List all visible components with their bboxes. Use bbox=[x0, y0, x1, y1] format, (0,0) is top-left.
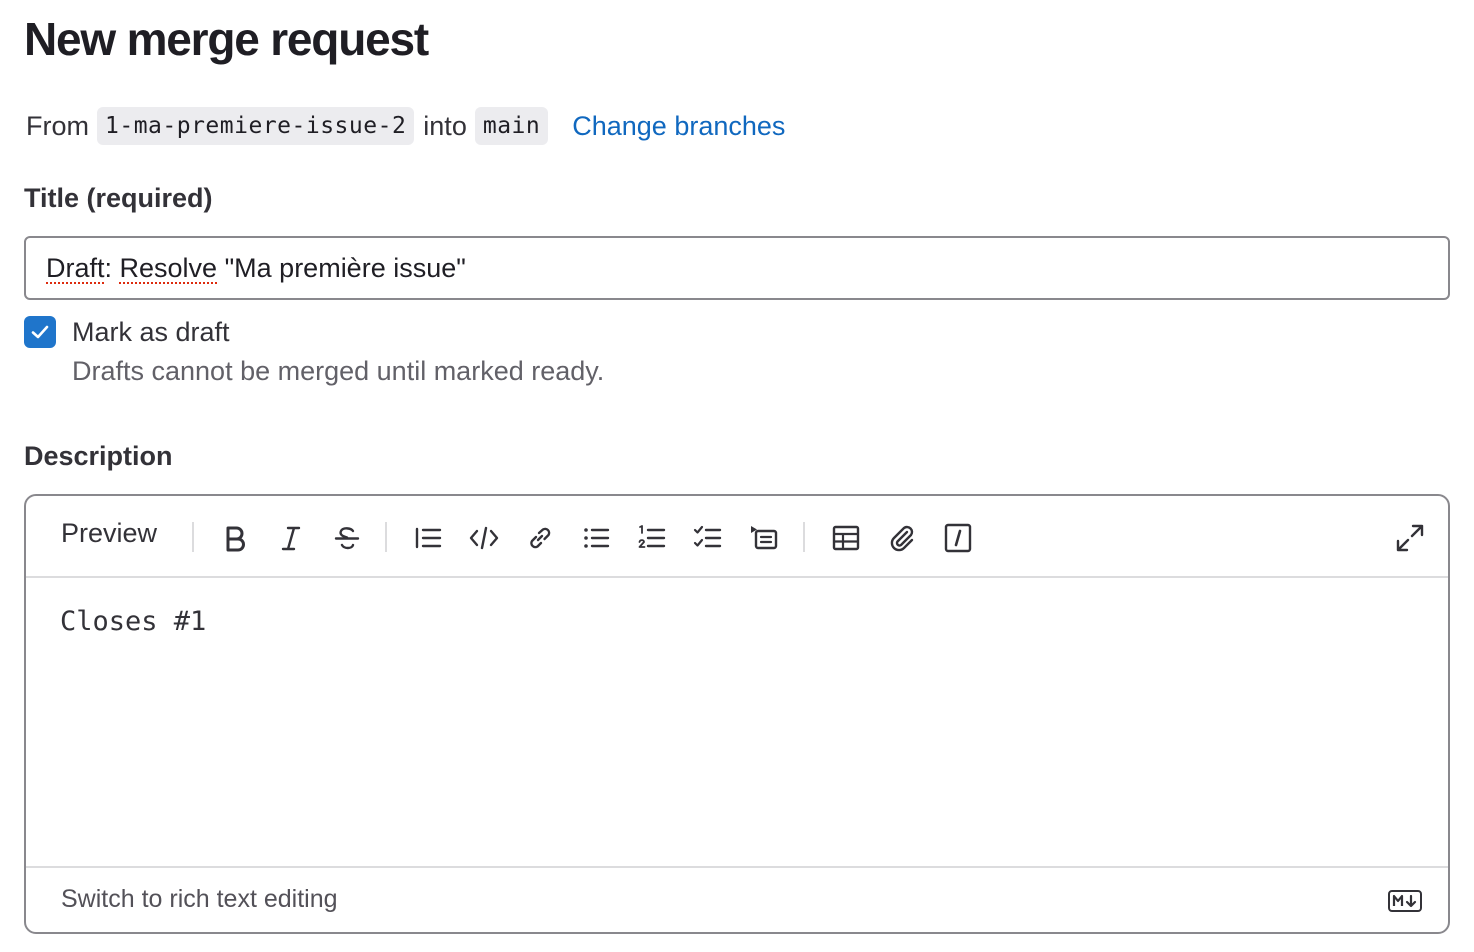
toolbar-divider bbox=[385, 522, 387, 552]
check-icon bbox=[31, 325, 49, 339]
title-label: Title (required) bbox=[24, 183, 213, 213]
target-branch: main bbox=[474, 107, 549, 145]
description-textarea[interactable]: Closes #1 bbox=[60, 606, 206, 637]
title-text-draft: Draft bbox=[46, 252, 105, 283]
editor-footer: Switch to rich text editing bbox=[26, 866, 1448, 932]
change-branches-link[interactable]: Change branches bbox=[572, 111, 785, 142]
code-icon[interactable] bbox=[466, 520, 502, 556]
into-label: into bbox=[423, 110, 467, 141]
page-title: New merge request bbox=[24, 13, 429, 65]
mark-as-draft-checkbox[interactable] bbox=[24, 316, 56, 348]
bullet-list-icon[interactable] bbox=[578, 520, 614, 556]
markdown-icon[interactable] bbox=[1388, 890, 1422, 912]
title-input[interactable]: Draft: Resolve "Ma première issue" bbox=[24, 236, 1450, 300]
preview-tab[interactable]: Preview bbox=[61, 518, 157, 549]
mark-as-draft-label[interactable]: Mark as draft bbox=[72, 317, 230, 348]
attach-file-icon[interactable] bbox=[884, 520, 920, 556]
link-icon[interactable] bbox=[522, 520, 558, 556]
fullscreen-icon[interactable] bbox=[1392, 520, 1428, 556]
mark-as-draft-row: Mark as draft bbox=[24, 316, 230, 348]
description-editor: Preview Closes #1 Switch to rich text ed… bbox=[24, 494, 1450, 934]
source-branch: 1-ma-premiere-issue-2 bbox=[97, 107, 415, 145]
strikethrough-icon[interactable] bbox=[329, 520, 365, 556]
quick-actions-icon[interactable] bbox=[940, 520, 976, 556]
quote-icon[interactable] bbox=[410, 520, 446, 556]
description-label: Description bbox=[24, 441, 173, 471]
title-text-colon: : bbox=[104, 252, 120, 283]
draft-help-text: Drafts cannot be merged until marked rea… bbox=[72, 356, 605, 386]
toolbar-divider bbox=[803, 522, 805, 552]
italic-icon[interactable] bbox=[273, 520, 309, 556]
table-icon[interactable] bbox=[828, 520, 864, 556]
toolbar-divider bbox=[192, 522, 194, 552]
bold-icon[interactable] bbox=[217, 520, 253, 556]
numbered-list-icon[interactable] bbox=[634, 520, 670, 556]
editor-toolbar: Preview bbox=[26, 496, 1448, 578]
title-text-resolve: Resolve bbox=[119, 252, 218, 283]
from-label: From bbox=[26, 110, 89, 141]
collapsible-section-icon[interactable] bbox=[746, 520, 782, 556]
title-text-rest: "Ma première issue" bbox=[217, 252, 466, 283]
task-list-icon[interactable] bbox=[690, 520, 726, 556]
switch-rich-text-button[interactable]: Switch to rich text editing bbox=[61, 885, 338, 914]
branch-info: From 1-ma-premiere-issue-2 into main Cha… bbox=[26, 104, 785, 148]
